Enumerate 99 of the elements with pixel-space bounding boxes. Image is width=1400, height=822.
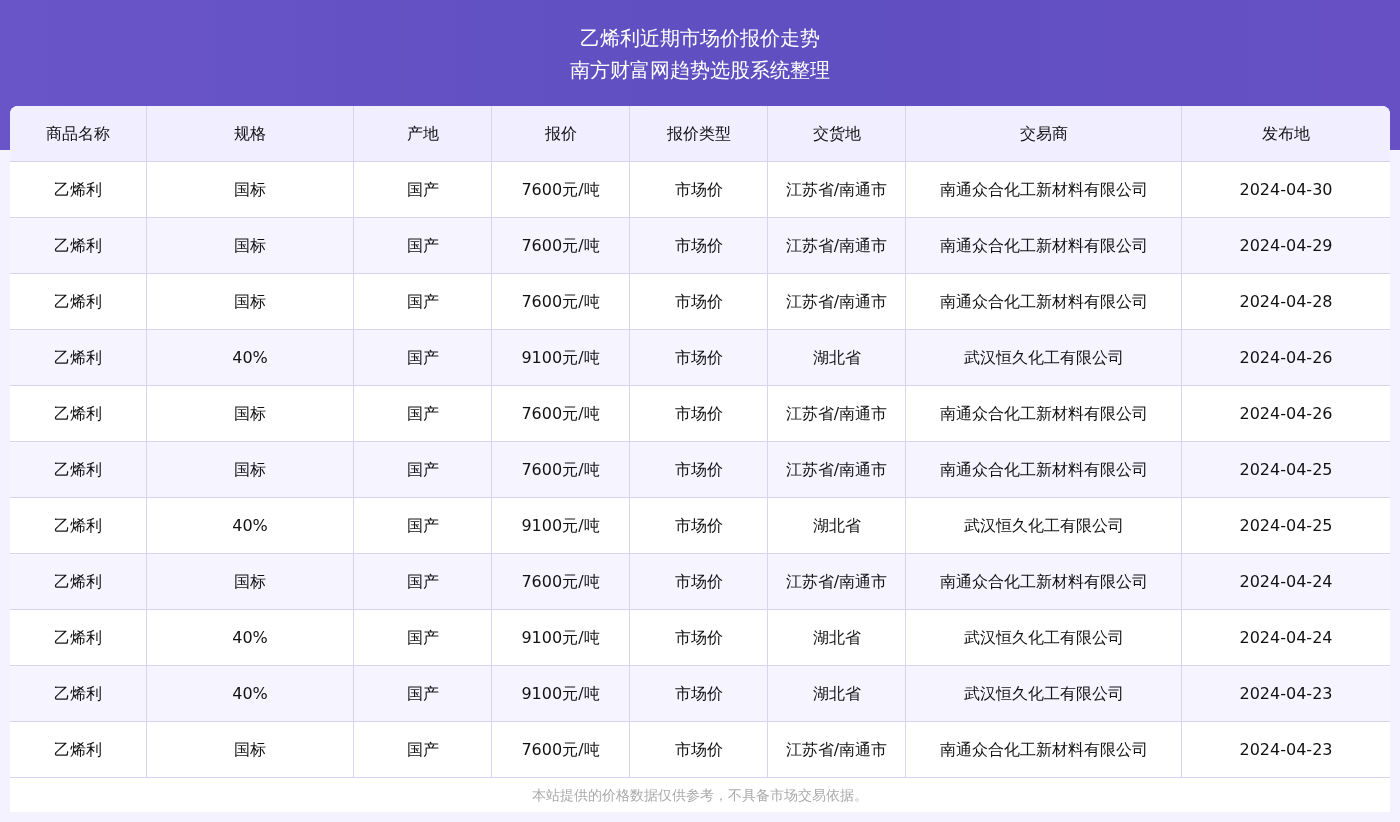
table-cell: 江苏省/南通市 xyxy=(768,442,906,497)
table-cell: 南通众合化工新材料有限公司 xyxy=(906,554,1182,609)
table-cell: 南通众合化工新材料有限公司 xyxy=(906,722,1182,777)
table-cell: 国产 xyxy=(354,442,492,497)
table-cell: 乙烯利 xyxy=(10,442,147,497)
column-header: 发布地 xyxy=(1261,122,1311,145)
table-cell: 国标 xyxy=(147,386,354,441)
table-cell: 湖北省 xyxy=(768,330,906,385)
table-cell: 湖北省 xyxy=(768,498,906,553)
table-cell: 乙烯利 xyxy=(10,610,147,665)
table-cell: 国产 xyxy=(354,274,492,329)
table-cell: 国产 xyxy=(354,386,492,441)
table-cell: 乙烯利 xyxy=(10,666,147,721)
table-cell: 国产 xyxy=(354,722,492,777)
table-cell: 国标 xyxy=(147,722,354,777)
table-cell: 7600元/吨 xyxy=(492,274,630,329)
table-cell: 国标 xyxy=(147,218,354,273)
table-cell: 国产 xyxy=(354,162,492,217)
page-subtitle: 南方财富网趋势选股系统整理 xyxy=(570,57,830,84)
column-header: 交易商 xyxy=(906,106,1182,161)
table-cell: 国标 xyxy=(147,162,354,217)
column-header: 产地 xyxy=(354,106,492,161)
table-cell-text: 2024-04-28 xyxy=(1238,290,1334,313)
table-cell: 江苏省/南通市 xyxy=(768,722,906,777)
table-cell: 国产 xyxy=(354,666,492,721)
table-cell: 市场价 xyxy=(630,554,768,609)
column-header: 报价类型 xyxy=(630,106,768,161)
table-cell: 武汉恒久化工有限公司 xyxy=(906,610,1182,665)
table-cell: 7600元/吨 xyxy=(492,442,630,497)
table-cell-text: 2024-04-23 xyxy=(1238,738,1334,761)
table-cell: 国产 xyxy=(354,610,492,665)
table-cell: 国产 xyxy=(354,218,492,273)
table-cell: 国标 xyxy=(147,442,354,497)
table-cell: 国标 xyxy=(147,274,354,329)
table-cell: 江苏省/南通市 xyxy=(768,386,906,441)
table-cell: 9100元/吨 xyxy=(492,610,630,665)
table-cell: 武汉恒久化工有限公司 xyxy=(906,330,1182,385)
table-cell: 湖北省 xyxy=(768,666,906,721)
table-cell: 乙烯利 xyxy=(10,274,147,329)
table-cell: 南通众合化工新材料有限公司 xyxy=(906,442,1182,497)
table-cell: 国产 xyxy=(354,554,492,609)
page-title: 乙烯利近期市场价报价走势 xyxy=(580,25,820,52)
table-cell: 40% xyxy=(147,666,354,721)
table-cell: 乙烯利 xyxy=(10,330,147,385)
table-cell: 湖北省 xyxy=(768,610,906,665)
table-cell: 武汉恒久化工有限公司 xyxy=(906,498,1182,553)
table-cell: 7600元/吨 xyxy=(492,386,630,441)
table-cell: 南通众合化工新材料有限公司 xyxy=(906,218,1182,273)
table-cell: 市场价 xyxy=(630,442,768,497)
table-cell: 市场价 xyxy=(630,386,768,441)
column-header: 规格 xyxy=(147,106,354,161)
table-cell-text: 2024-04-25 xyxy=(1238,514,1334,537)
table-cell: 市场价 xyxy=(630,162,768,217)
table-cell-text: 2024-04-24 xyxy=(1238,626,1334,649)
table-cell: 9100元/吨 xyxy=(492,498,630,553)
table-cell: 40% xyxy=(147,610,354,665)
table-cell: 市场价 xyxy=(630,610,768,665)
table-cell-text: 2024-04-26 xyxy=(1238,402,1334,425)
table-cell: 市场价 xyxy=(630,218,768,273)
table-cell: 江苏省/南通市 xyxy=(768,554,906,609)
table-cell: 南通众合化工新材料有限公司 xyxy=(906,274,1182,329)
table-cell-text: 2024-04-24 xyxy=(1238,570,1334,593)
table-cell: 7600元/吨 xyxy=(492,162,630,217)
table-cell: 乙烯利 xyxy=(10,498,147,553)
table-cell: 9100元/吨 xyxy=(492,330,630,385)
table-cell: 7600元/吨 xyxy=(492,554,630,609)
column-header: 商品名称 xyxy=(10,106,147,161)
table-cell-text: 2024-04-30 xyxy=(1238,178,1334,201)
table-cell: 40% xyxy=(147,498,354,553)
table-cell: 国产 xyxy=(354,498,492,553)
table-cell: 国标 xyxy=(147,554,354,609)
table-cell-text: 2024-04-26 xyxy=(1238,346,1334,369)
table-cell: 市场价 xyxy=(630,666,768,721)
table-cell: 市场价 xyxy=(630,274,768,329)
table-cell: 市场价 xyxy=(630,722,768,777)
table-cell: 南通众合化工新材料有限公司 xyxy=(906,386,1182,441)
table-cell: 40% xyxy=(147,330,354,385)
table-cell: 江苏省/南通市 xyxy=(768,274,906,329)
table-cell-text: 2024-04-23 xyxy=(1238,682,1334,705)
table-cell: 市场价 xyxy=(630,330,768,385)
table-cell: 乙烯利 xyxy=(10,162,147,217)
column-header: 报价 xyxy=(492,106,630,161)
table-cell: 7600元/吨 xyxy=(492,722,630,777)
table-cell: 9100元/吨 xyxy=(492,666,630,721)
table-cell: 乙烯利 xyxy=(10,218,147,273)
table-cell-text: 2024-04-25 xyxy=(1238,458,1334,481)
disclaimer-note: 本站提供的价格数据仅供参考，不具备市场交易依据。 xyxy=(532,785,868,805)
column-header: 交货地 xyxy=(768,106,906,161)
table-cell-text: 2024-04-29 xyxy=(1238,234,1334,257)
table-cell: 乙烯利 xyxy=(10,554,147,609)
table-cell: 国产 xyxy=(354,330,492,385)
table-cell: 江苏省/南通市 xyxy=(768,218,906,273)
table-cell: 乙烯利 xyxy=(10,386,147,441)
table-cell: 江苏省/南通市 xyxy=(768,162,906,217)
table-cell: 南通众合化工新材料有限公司 xyxy=(906,162,1182,217)
table-cell: 武汉恒久化工有限公司 xyxy=(906,666,1182,721)
table-cell: 市场价 xyxy=(630,498,768,553)
table-cell: 乙烯利 xyxy=(10,722,147,777)
table-cell: 7600元/吨 xyxy=(492,218,630,273)
